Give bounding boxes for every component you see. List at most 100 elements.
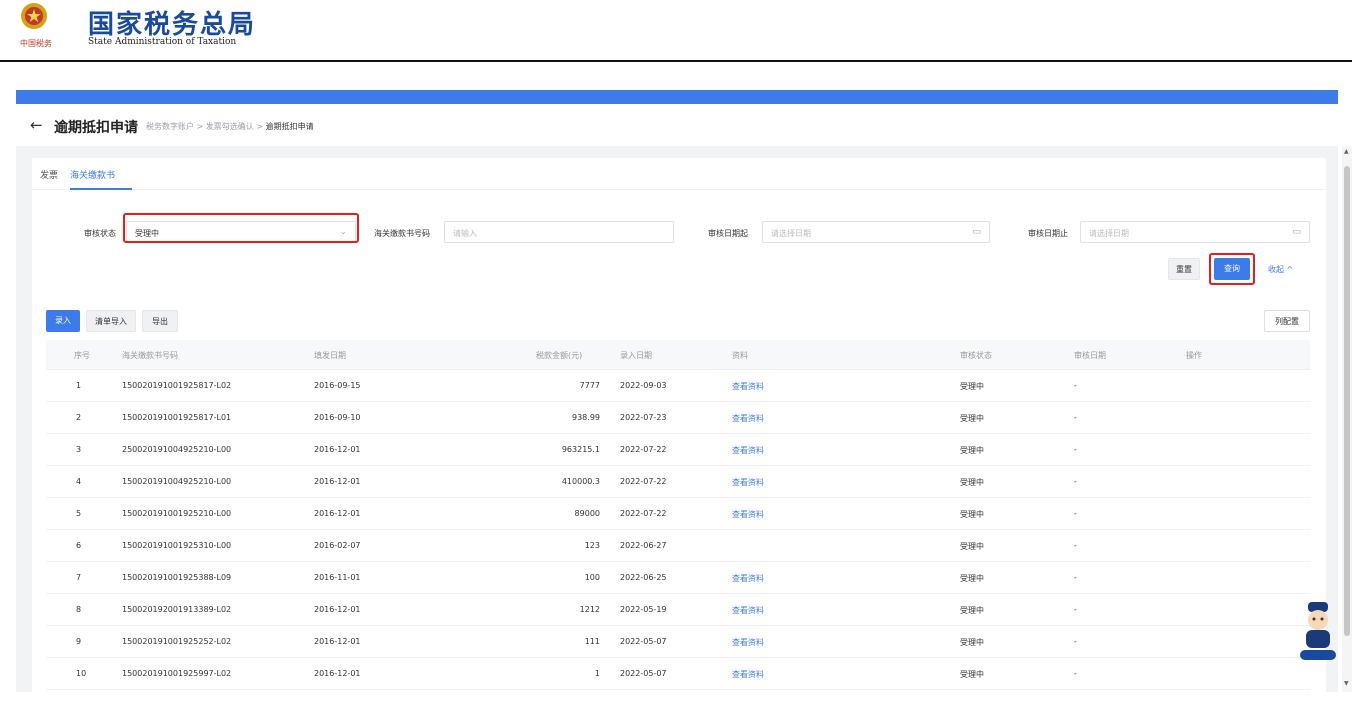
entry-button[interactable]: 录入 <box>46 310 80 332</box>
customs-number-cell: 150020191004925210-L00 <box>122 477 232 486</box>
number-input-placeholder: 请输入 <box>453 229 477 238</box>
national-emblem-icon <box>21 3 47 29</box>
collapse-link[interactable]: 收起 ^ <box>1268 264 1293 275</box>
entry-date-cell: 2022-06-27 <box>620 541 667 550</box>
entry-date-cell: 2022-07-22 <box>620 509 667 518</box>
view-material-link[interactable]: 查看资料 <box>732 573 764 584</box>
review-date-cell: - <box>1074 445 1077 454</box>
column-config-button[interactable]: 列配置 <box>1264 310 1310 332</box>
entry-date-cell: 2022-05-19 <box>620 605 667 614</box>
calendar-icon: ▭ <box>972 227 981 237</box>
customs-number-cell: 150020191001925817-L02 <box>122 381 232 390</box>
number-filter-label: 海关缴款书号码 <box>374 229 430 238</box>
issue-date-cell: 2016-12-01 <box>314 669 361 678</box>
row-number: 3 <box>76 445 82 454</box>
table-row: 3 250020191004925210-L00 2016-12-01 963215.… <box>46 434 1310 466</box>
status-cell: 受理中 <box>960 606 984 615</box>
status-cell: 受理中 <box>960 638 984 647</box>
scroll-up-icon[interactable]: ▲ <box>1344 148 1349 155</box>
table-row: 6 150020191001925310-L00 2016-02-07 123 2022… <box>46 530 1310 562</box>
column-header: 审核日期 <box>1074 351 1106 360</box>
issue-date-cell: 2016-12-01 <box>314 445 361 454</box>
customs-number-cell: 150020191001925252-L02 <box>122 637 232 646</box>
customs-number-cell: 150020191001925997-L02 <box>122 669 232 678</box>
issue-date-cell: 2016-12-01 <box>314 477 361 486</box>
tab-invoice[interactable]: 发票 <box>40 168 58 181</box>
highlight-box-status <box>123 213 359 243</box>
issue-date-cell: 2016-11-01 <box>314 573 361 582</box>
page-scrollbar[interactable]: ▲ ▼ <box>1342 146 1352 692</box>
assistant-mascot-icon[interactable] <box>1300 600 1336 662</box>
column-header: 操作 <box>1186 351 1202 360</box>
scroll-down-icon[interactable]: ▼ <box>1344 680 1349 687</box>
view-material-link[interactable]: 查看资料 <box>732 637 764 648</box>
site-header: 中国税务 国家税务总局 State Administration of Taxa… <box>0 0 1352 62</box>
amount-cell: 963215.1 <box>561 445 600 454</box>
export-button[interactable]: 导出 <box>142 310 178 332</box>
reset-button[interactable]: 重置 <box>1168 258 1200 280</box>
customs-number-cell: 150020192001913389-L02 <box>122 605 232 614</box>
review-date-cell: - <box>1074 541 1077 550</box>
view-material-link[interactable]: 查看资料 <box>732 381 764 392</box>
back-arrow-icon[interactable]: ← <box>30 116 43 134</box>
mascot-figure-icon <box>1306 602 1330 648</box>
list-import-button[interactable]: 清单导入 <box>86 310 136 332</box>
row-number: 2 <box>76 413 82 422</box>
amount-cell: 938.99 <box>572 413 600 422</box>
entry-date-cell: 2022-05-07 <box>620 669 667 678</box>
issue-date-cell: 2016-02-07 <box>314 541 361 550</box>
site-subtitle: State Administration of Taxation <box>88 37 237 47</box>
amount-cell: 410000.3 <box>561 477 600 486</box>
tab-customs-payment[interactable]: 海关缴款书 <box>70 168 115 181</box>
date-end-picker[interactable]: 请选择日期 ▭ <box>1080 221 1310 243</box>
review-date-cell: - <box>1074 413 1077 422</box>
breadcrumb-item[interactable]: 发票勾选确认 <box>206 122 254 131</box>
breadcrumb-item[interactable]: 税务数字账户 <box>146 122 194 131</box>
date-start-placeholder: 请选择日期 <box>771 229 811 238</box>
row-number: 9 <box>76 637 82 646</box>
amount-cell: 100 <box>584 573 600 582</box>
date-end-label: 审核日期止 <box>1028 229 1068 238</box>
date-start-picker[interactable]: 请选择日期 ▭ <box>762 221 990 243</box>
review-date-cell: - <box>1074 573 1077 582</box>
issue-date-cell: 2016-12-01 <box>314 509 361 518</box>
review-date-cell: - <box>1074 637 1077 646</box>
table-row: 2 150020191001925817-L01 2016-09-10 938.99 2… <box>46 402 1310 434</box>
view-material-link[interactable]: 查看资料 <box>732 669 764 680</box>
status-cell: 受理中 <box>960 446 984 455</box>
view-material-link[interactable]: 查看资料 <box>732 509 764 520</box>
row-number: 8 <box>76 605 82 614</box>
highlight-box-query <box>1209 253 1255 285</box>
view-material-link[interactable]: 查看资料 <box>732 413 764 424</box>
page-title: 逾期抵扣申请 <box>54 120 138 136</box>
emblem-caption: 中国税务 <box>20 39 52 48</box>
status-cell: 受理中 <box>960 574 984 583</box>
row-number: 10 <box>76 669 87 678</box>
amount-cell: 89000 <box>574 509 600 518</box>
table-row: 1 150020191001925817-L02 2016-09-15 7777 202… <box>46 370 1310 402</box>
review-date-cell: - <box>1074 605 1077 614</box>
column-header: 录入日期 <box>620 351 652 360</box>
table-row: 7 150020191001925388-L09 2016-11-01 100 2022… <box>46 562 1310 594</box>
date-end-placeholder: 请选择日期 <box>1089 229 1129 238</box>
column-header: 海关缴款书号码 <box>122 351 178 360</box>
review-date-cell: - <box>1074 669 1077 678</box>
customs-number-cell: 150020191001925817-L01 <box>122 413 232 422</box>
number-input[interactable]: 请输入 <box>444 221 674 243</box>
issue-date-cell: 2016-09-10 <box>314 413 361 422</box>
amount-cell: 1212 <box>579 605 600 614</box>
assistant-label <box>1300 650 1336 660</box>
issue-date-cell: 2016-09-15 <box>314 381 361 390</box>
table-row: 8 150020192001913389-L02 2016-12-01 1212 202… <box>46 594 1310 626</box>
view-material-link[interactable]: 查看资料 <box>732 605 764 616</box>
customs-number-cell: 150020191001925210-L00 <box>122 509 232 518</box>
customs-number-cell: 150020191001925388-L09 <box>122 573 232 582</box>
issue-date-cell: 2016-12-01 <box>314 605 361 614</box>
view-material-link[interactable]: 查看资料 <box>732 477 764 488</box>
entry-date-cell: 2022-06-25 <box>620 573 667 582</box>
row-number: 7 <box>76 573 82 582</box>
table-row: 9 150020191001925252-L02 2016-12-01 111 2022… <box>46 626 1310 658</box>
entry-date-cell: 2022-09-03 <box>620 381 667 390</box>
scroll-thumb[interactable] <box>1344 166 1350 636</box>
view-material-link[interactable]: 查看资料 <box>732 445 764 456</box>
